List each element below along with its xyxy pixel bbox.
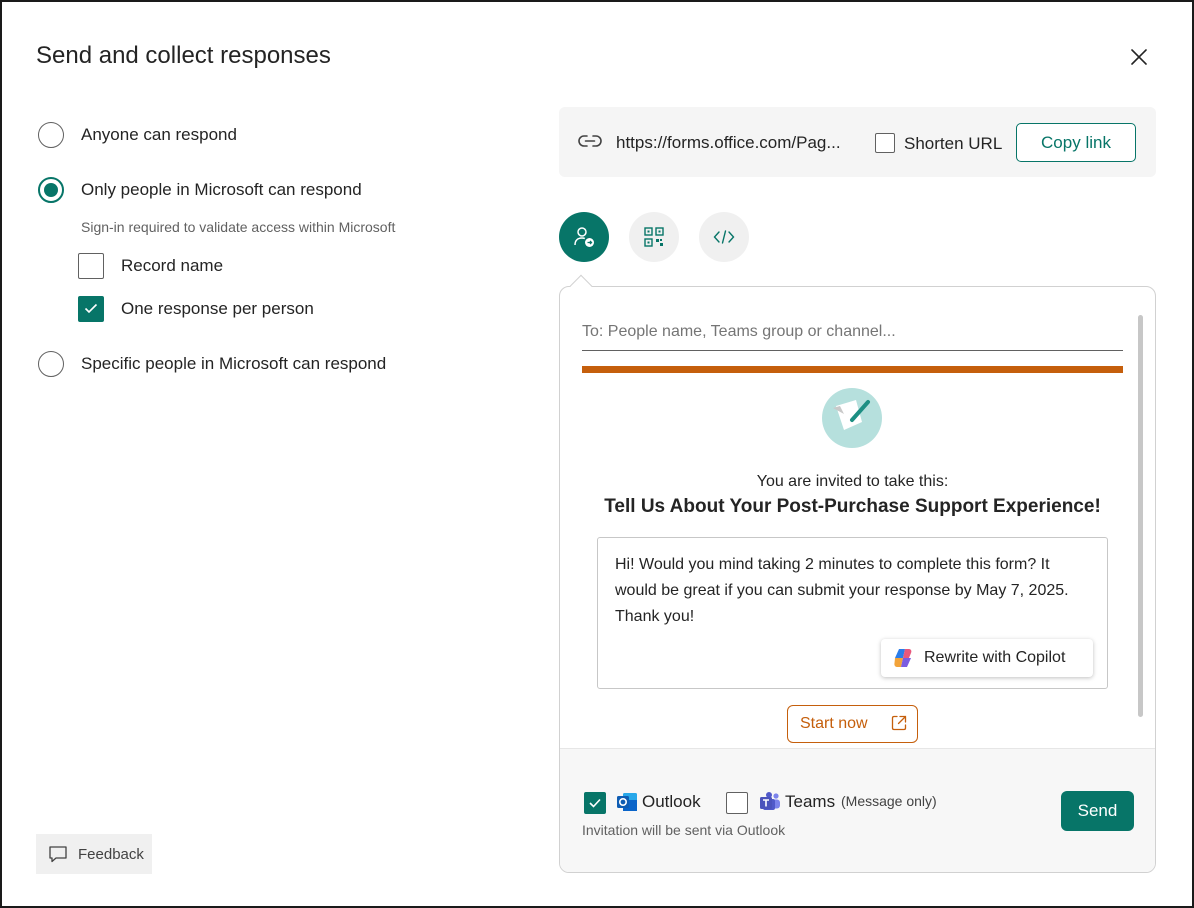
invited-text: You are invited to take this: — [756, 473, 949, 490]
radio-button[interactable] — [38, 122, 64, 148]
share-embed-tab[interactable] — [699, 212, 749, 262]
invitation-note: Invitation will be sent via Outlook — [582, 822, 786, 838]
feedback-button[interactable]: Feedback — [36, 834, 152, 874]
one-response-checkbox[interactable] — [78, 296, 104, 322]
sign-in-note: Sign-in required to validate access with… — [81, 219, 396, 235]
start-now-label: Start now — [800, 715, 868, 732]
outlook-checkbox[interactable] — [584, 792, 606, 814]
record-name-checkbox[interactable] — [78, 253, 104, 279]
send-collect-dialog: Send and collect responses Anyone can re… — [0, 0, 1194, 908]
teams-label: Teams — [785, 792, 836, 811]
rewrite-copilot-button[interactable]: Rewrite with Copilot — [881, 639, 1093, 677]
person-send-icon — [574, 227, 594, 247]
form-icon — [822, 388, 882, 448]
teams-note: (Message only) — [841, 793, 937, 809]
radio-label-specific-people: Specific people in Microsoft can respond — [81, 354, 387, 373]
one-response-label: One response per person — [121, 299, 314, 318]
record-name-option[interactable]: Record name — [78, 253, 223, 279]
rewrite-copilot-label: Rewrite with Copilot — [924, 649, 1066, 666]
invite-panel: You are invited to take this: Tell Us Ab… — [559, 286, 1156, 873]
comment-icon — [49, 846, 67, 863]
recipients-input[interactable] — [582, 323, 1123, 351]
note-pen-icon — [833, 400, 870, 430]
dialog-title: Send and collect responses — [36, 42, 331, 69]
radio-label-anyone: Anyone can respond — [81, 125, 237, 144]
outlook-icon — [617, 793, 637, 811]
message-text[interactable]: Hi! Would you mind taking 2 minutes to c… — [615, 552, 1095, 630]
copilot-icon — [894, 649, 912, 667]
share-qr-tab[interactable] — [629, 212, 679, 262]
feedback-label: Feedback — [78, 845, 144, 863]
open-external-icon — [891, 715, 907, 731]
record-name-label: Record name — [121, 256, 224, 275]
checkmark-icon — [84, 303, 98, 314]
share-link-bar: https://forms.office.com/Pag... Shorten … — [559, 107, 1156, 177]
outlook-label: Outlook — [642, 792, 701, 811]
qr-code-icon — [644, 227, 664, 247]
form-theme-bar — [582, 366, 1123, 373]
one-response-option[interactable]: One response per person — [78, 296, 314, 322]
radio-microsoft-only[interactable]: Only people in Microsoft can respond — [38, 177, 362, 203]
checkmark-icon — [589, 798, 601, 808]
teams-icon — [760, 792, 780, 810]
shorten-url-label: Shorten URL — [904, 134, 1003, 153]
shorten-url-checkbox[interactable] — [875, 133, 895, 153]
send-button[interactable]: Send — [1061, 791, 1134, 831]
radio-label-microsoft-only: Only people in Microsoft can respond — [81, 180, 362, 199]
form-url[interactable]: https://forms.office.com/Pag... — [616, 133, 841, 153]
send-footer: Outlook Teams (Message only) Invitation … — [560, 748, 1155, 872]
form-title: Tell Us About Your Post-Purchase Support… — [604, 496, 1101, 517]
embed-code-icon — [713, 230, 735, 244]
link-icon — [578, 135, 602, 147]
copy-link-button[interactable]: Copy link — [1016, 123, 1136, 162]
close-icon[interactable] — [1126, 44, 1152, 70]
share-invite-tab[interactable] — [559, 212, 609, 262]
radio-button[interactable] — [38, 351, 64, 377]
message-textarea[interactable]: Hi! Would you mind taking 2 minutes to c… — [597, 537, 1108, 689]
radio-anyone[interactable]: Anyone can respond — [38, 122, 237, 148]
panel-scrollbar[interactable] — [1138, 315, 1143, 717]
radio-specific-people[interactable]: Specific people in Microsoft can respond — [38, 351, 386, 377]
radio-button-selected[interactable] — [38, 177, 64, 203]
start-now-button[interactable]: Start now — [787, 705, 918, 743]
teams-checkbox[interactable] — [726, 792, 748, 814]
